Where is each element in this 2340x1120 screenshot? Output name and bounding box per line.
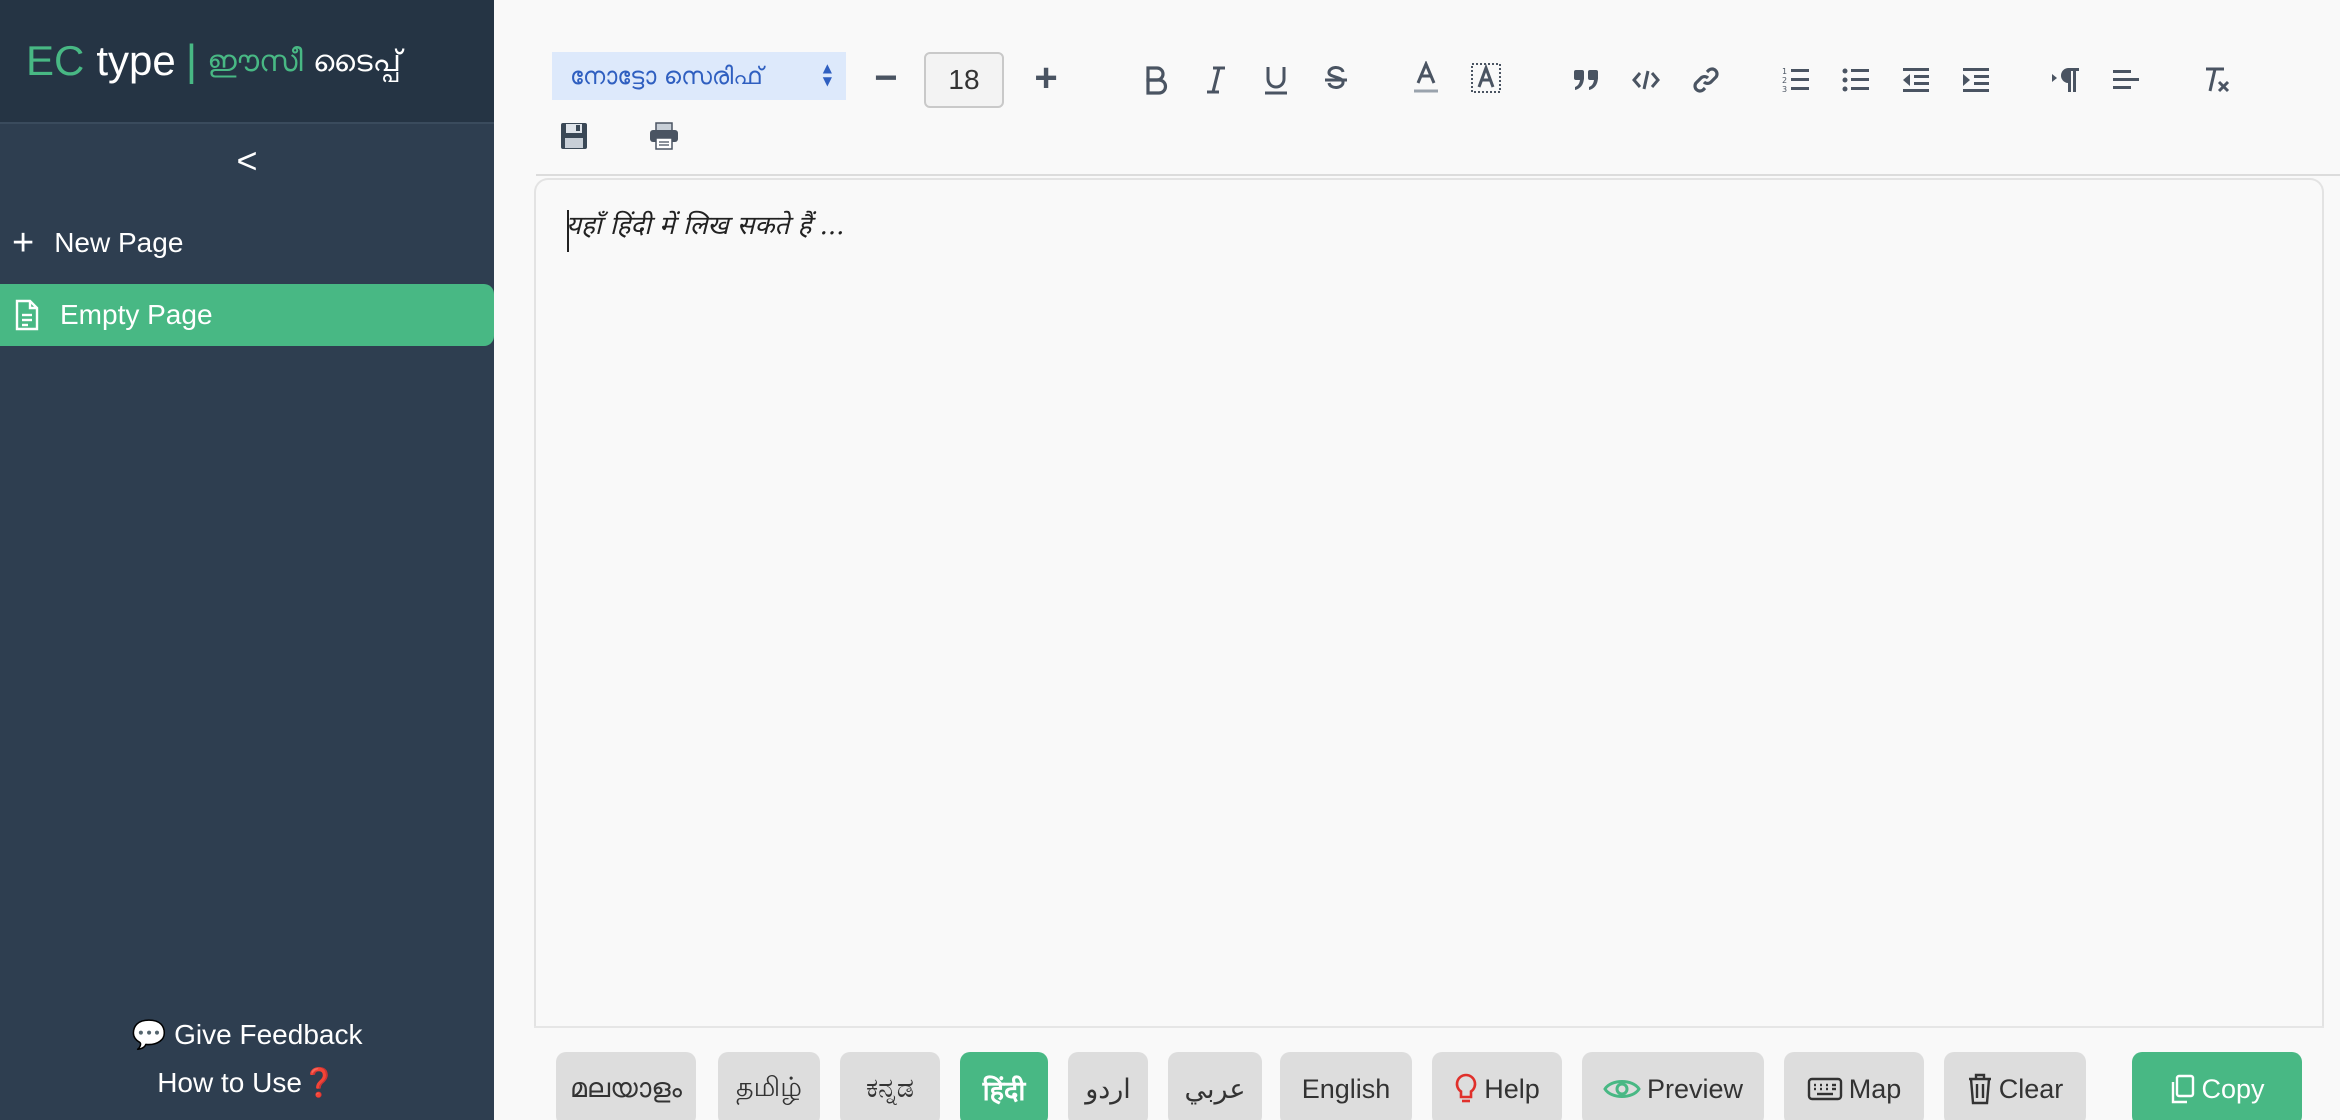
underline-button[interactable] [1254,58,1298,102]
blockquote-button[interactable] [1564,58,1608,102]
lang-arabic-button[interactable]: عربي [1168,1052,1262,1120]
trash-icon [1968,1073,1991,1105]
preview-label: Preview [1646,1073,1744,1104]
font-size-input[interactable]: 18 [924,52,1004,108]
indent-icon [1963,68,1989,92]
copy-label: Copy [2201,1073,2265,1104]
copy-button[interactable]: Copy [2132,1052,2302,1120]
lang-hindi-button[interactable]: हिंदी [960,1052,1048,1120]
brand-logo: EC type | ഈസീ ടൈപ്പ് [0,0,494,124]
bullet-list-icon [1842,68,1869,92]
highlight-icon [1471,63,1501,93]
sidebar-item-empty-page[interactable]: Empty Page [0,284,494,346]
preview-button[interactable]: Preview [1582,1052,1764,1120]
align-left-icon [2113,70,2139,89]
strikethrough-icon [1325,66,1347,89]
svg-text:1: 1 [1782,67,1787,76]
help-button[interactable]: Help [1432,1052,1562,1120]
font-color-icon [1414,61,1438,93]
select-arrows-icon: ▲ ▼ [822,61,832,88]
how-to-use-link[interactable]: How to Use❓ [0,1066,494,1099]
printer-icon [650,122,678,150]
sidebar-item-label: Empty Page [60,299,213,330]
brand-malayalam-1: ഈസീ [207,43,303,79]
brand-ec: EC [26,37,85,84]
toolbar: നോട്ടോ സെരിഫ് ▲ ▼ − 18 + 1 2 3 [494,0,2340,176]
quote-icon [1574,70,1598,90]
ordered-list-icon: 123 [1782,67,1809,94]
map-label: Map [1848,1073,1902,1104]
font-family-value: നോട്ടോ സെരിഫ് [570,62,763,90]
lang-tamil-button[interactable]: தமிழ் [718,1052,820,1120]
outdent-button[interactable] [1894,58,1938,102]
clear-label: Clear [1998,1073,2064,1104]
lightbulb-icon [1455,1073,1477,1103]
sidebar: EC type | ഈസീ ടൈപ്പ് < + New Page Empty … [0,0,494,1120]
outdent-icon [1903,68,1929,92]
svg-text:3: 3 [1782,85,1787,94]
give-feedback-label: Give Feedback [174,1019,363,1050]
plus-icon: + [12,222,35,264]
clear-formatting-icon [2206,67,2230,93]
lang-malayalam-button[interactable]: മലയാളം [556,1052,696,1120]
ordered-list-button[interactable]: 123 [1774,58,1818,102]
clear-formatting-button[interactable] [2194,58,2238,102]
bold-button[interactable] [1134,58,1178,102]
font-color-button[interactable] [1404,56,1448,100]
align-button[interactable] [2104,58,2148,102]
bottom-action-bar: മലയാളം தமிழ் ಕನ್ನಡ हिंदी اردو عربي Engli… [534,1026,2324,1120]
font-size-decrease-button[interactable]: − [864,56,908,100]
underline-icon [1265,67,1287,95]
new-page-button[interactable]: + New Page [12,224,183,262]
lang-kannada-button[interactable]: ಕನ್ನಡ [840,1052,940,1120]
question-mark-icon: ❓ [301,1067,337,1098]
code-button[interactable] [1624,58,1668,102]
bold-icon [1146,66,1168,95]
font-size-increase-button[interactable]: + [1024,56,1068,100]
bullet-list-button[interactable] [1834,58,1878,102]
lang-urdu-button[interactable]: اردو [1068,1052,1148,1120]
new-page-label: New Page [54,227,184,258]
font-family-select[interactable]: നോട്ടോ സെരിഫ് ▲ ▼ [552,52,846,100]
eye-icon [1603,1080,1641,1098]
lang-english-button[interactable]: English [1280,1052,1412,1120]
save-button[interactable] [552,114,596,158]
editor-placeholder: यहाँ हिंदी में लिख सकते हैं ... [566,211,845,241]
give-feedback-link[interactable]: 💬 Give Feedback [0,1018,494,1051]
speech-bubble-icon: 💬 [131,1019,167,1050]
paragraph-direction-icon [2052,67,2079,92]
toolbar-divider [536,174,2340,176]
code-icon [1632,70,1660,90]
strikethrough-button[interactable] [1314,58,1358,102]
text-editor[interactable]: यहाँ हिंदी में लिख सकते हैं ... [534,178,2324,1028]
collapse-sidebar-button[interactable]: < [0,140,494,182]
link-icon [1693,67,1719,93]
brand-malayalam-2: ടൈപ്പ് [312,43,401,79]
brand-type: type [96,37,176,84]
italic-icon [1207,66,1225,94]
keyboard-icon [1807,1077,1842,1101]
help-label: Help [1484,1073,1540,1104]
copy-icon [2172,1074,2195,1104]
indent-button[interactable] [1954,58,1998,102]
brand-divider: | [185,36,198,85]
floppy-disk-icon [561,123,587,149]
svg-text:2: 2 [1782,76,1787,85]
print-button[interactable] [642,114,686,158]
clear-button[interactable]: Clear [1944,1052,2086,1120]
link-button[interactable] [1684,58,1728,102]
italic-button[interactable] [1194,58,1238,102]
highlight-button[interactable] [1464,56,1508,100]
document-icon [15,299,39,331]
how-to-use-label: How to Use [157,1067,302,1098]
text-direction-button[interactable] [2044,58,2088,102]
keyboard-map-button[interactable]: Map [1784,1052,1924,1120]
